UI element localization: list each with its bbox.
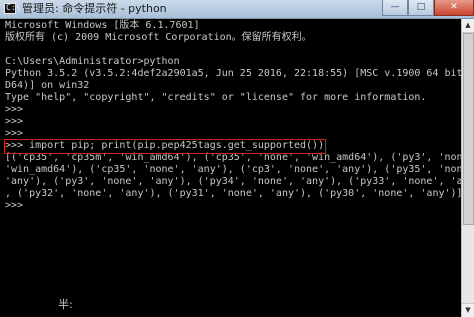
cmd-icon[interactable]: C:\	[4, 3, 20, 14]
output-line: , ('py32', 'none', 'any'), ('py31', 'non…	[5, 188, 462, 199]
console-line: D64)] on win32	[5, 80, 90, 91]
scroll-up-arrow-icon[interactable]: ▲	[462, 19, 474, 33]
window-title: 管理员: 命令提示符 - python	[22, 2, 167, 15]
command-highlight-box	[4, 139, 326, 154]
console-line: Type "help", "copyright", "credits" or "…	[5, 92, 427, 103]
close-button[interactable]: ✕	[434, 0, 474, 16]
output-line: 'any'), ('py3', 'none', 'any'), ('py34',…	[5, 176, 462, 187]
console-line: Python 3.5.2 (v3.5.2:4def2a2901a5, Jun 2…	[5, 68, 462, 79]
window-controls: — □ ✕	[382, 0, 474, 17]
prompt-line: >>>	[5, 116, 24, 127]
output-line: 'win_amd64'), ('cp35', 'none', 'any'), (…	[5, 164, 462, 175]
prompt-line: >>>	[5, 200, 24, 211]
title-bar[interactable]: C:\ 管理员: 命令提示符 - python — □ ✕	[0, 0, 474, 19]
console-line: 版权所有 (c) 2009 Microsoft Corporation。保留所有…	[5, 32, 312, 43]
scroll-down-arrow-icon[interactable]: ▼	[462, 303, 474, 317]
console-line: C:\Users\Administrator>python	[5, 56, 180, 67]
ime-mode-text: 半:	[58, 298, 73, 311]
console-output[interactable]: Microsoft Windows [版本 6.1.7601] 版权所有 (c)…	[0, 19, 462, 317]
vertical-scrollbar[interactable]: ▲ ▼	[461, 19, 474, 317]
minimize-button[interactable]: —	[382, 0, 408, 16]
console-line: Microsoft Windows [版本 6.1.7601]	[5, 20, 200, 31]
maximize-button[interactable]: □	[408, 0, 434, 16]
ime-status-bar: 半:	[0, 298, 462, 317]
scrollbar-thumb[interactable]	[463, 33, 474, 225]
prompt-line: >>>	[5, 104, 24, 115]
